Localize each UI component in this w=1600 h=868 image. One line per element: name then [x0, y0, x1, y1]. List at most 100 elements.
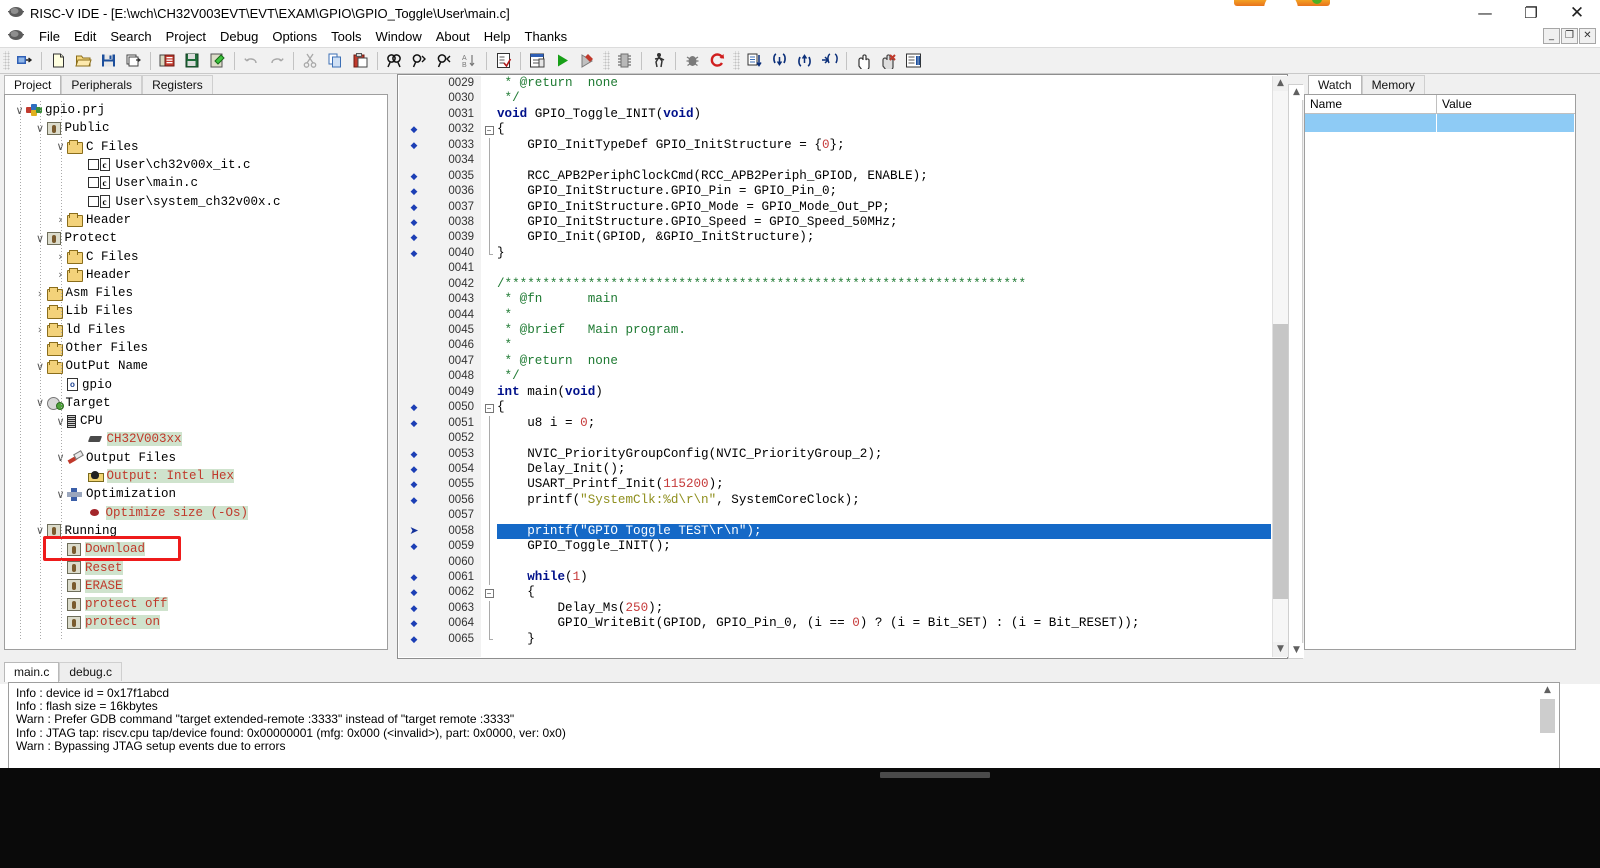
tree-item-ch32v003xx[interactable]: CH32V003xx	[13, 430, 387, 448]
menu-item-search[interactable]: Search	[103, 28, 158, 45]
breakpoint-slot[interactable]	[399, 338, 429, 353]
tree-item-protect[interactable]: Protect	[13, 229, 387, 247]
tree-item-running[interactable]: Running	[13, 522, 387, 540]
editor-code-line[interactable]: int main(void)	[497, 385, 1271, 400]
tree-item-asm-files[interactable]: Asm Files	[13, 284, 387, 302]
step-run-icon[interactable]	[646, 49, 671, 72]
tree-item-c-files[interactable]: C Files	[13, 247, 387, 265]
editor-scroll-up-arrow[interactable]: ▲	[1273, 76, 1288, 91]
editor-code-line[interactable]: while(1)	[497, 570, 1271, 585]
breakpoint-dot-icon[interactable]: ◆	[399, 447, 429, 462]
new-workspace-icon[interactable]	[12, 49, 37, 72]
breakpoint-dot-icon[interactable]: ◆	[399, 477, 429, 492]
editor-code-line[interactable]	[497, 261, 1271, 276]
editor-code-line[interactable]: * @return none	[497, 76, 1271, 91]
editor-code-line[interactable]: GPIO_Toggle_INIT();	[497, 539, 1271, 554]
registers-icon[interactable]	[901, 49, 926, 72]
tree-item-user-system-ch32v00x-c[interactable]: cUser\system_ch32v00x.c	[13, 192, 387, 210]
editor-code-line[interactable]	[497, 431, 1271, 446]
menu-item-tools[interactable]: Tools	[324, 28, 368, 45]
mdi-minimize-button[interactable]: _	[1543, 28, 1560, 44]
breakpoint-dot-icon[interactable]: ◆	[399, 462, 429, 477]
editor-code-line[interactable]: {	[497, 400, 1271, 415]
toolbar-grip-3[interactable]	[733, 51, 740, 70]
right-panel-scroll-down-arrow[interactable]: ▼	[1289, 643, 1304, 658]
menu-item-about[interactable]: About	[429, 28, 477, 45]
tree-item-optimization[interactable]: Optimization	[13, 485, 387, 503]
watch-row-value-cell[interactable]	[1437, 114, 1575, 132]
fold-collapse-icon[interactable]: −	[481, 400, 497, 415]
menu-item-options[interactable]: Options	[265, 28, 324, 45]
tab-memory[interactable]: Memory	[1362, 75, 1425, 94]
editor-code-line[interactable]: GPIO_InitStructure.GPIO_Speed = GPIO_Spe…	[497, 215, 1271, 230]
editor-code-line[interactable]: /***************************************…	[497, 277, 1271, 292]
editor-code-line[interactable]: Delay_Ms(250);	[497, 601, 1271, 616]
new-file-icon[interactable]	[46, 49, 71, 72]
editor-code-line[interactable]: GPIO_InitTypeDef GPIO_InitStructure = {0…	[497, 138, 1271, 153]
save-all-icon[interactable]	[121, 49, 146, 72]
tab-project[interactable]: Project	[4, 75, 61, 95]
project-tree-panel[interactable]: gpio.prjPublicC FilescUser\ch32v00x_it.c…	[4, 94, 388, 650]
editor-code-line[interactable]: GPIO_Init(GPIOD, &GPIO_InitStructure);	[497, 230, 1271, 245]
editor-code-line[interactable]	[497, 153, 1271, 168]
toolbar-grip-2[interactable]	[603, 51, 610, 70]
make-icon[interactable]	[205, 49, 230, 72]
breakpoint-slot[interactable]	[399, 385, 429, 400]
menu-item-window[interactable]: Window	[369, 28, 429, 45]
redo-icon[interactable]	[264, 49, 289, 72]
breakpoint-slot[interactable]	[399, 91, 429, 106]
breakpoint-dot-icon[interactable]: ◆	[399, 230, 429, 245]
tab-peripherals[interactable]: Peripherals	[61, 75, 142, 94]
tree-item-gpio-prj[interactable]: gpio.prj	[13, 101, 387, 119]
project-options-icon[interactable]	[525, 49, 550, 72]
breakpoint-dot-icon[interactable]: ◆	[399, 632, 429, 647]
editor-code-line[interactable]: }	[497, 246, 1271, 261]
breakpoint-slot[interactable]	[399, 292, 429, 307]
tree-item-user-main-c[interactable]: cUser\main.c	[13, 174, 387, 192]
cut-icon[interactable]	[298, 49, 323, 72]
breakpoint-slot[interactable]	[399, 369, 429, 384]
editor-code-line[interactable]: Delay_Init();	[497, 462, 1271, 477]
breakpoint-slot[interactable]	[399, 431, 429, 446]
tree-item-cpu[interactable]: CPU	[13, 412, 387, 430]
tree-item-gpio[interactable]: ogpio	[13, 375, 387, 393]
breakpoint-slot[interactable]	[399, 261, 429, 276]
breakpoint-dot-icon[interactable]: ◆	[399, 416, 429, 431]
file-tab-debug-c[interactable]: debug.c	[59, 662, 122, 681]
current-line-arrow-icon[interactable]: ➤	[399, 524, 429, 539]
undo-icon[interactable]	[239, 49, 264, 72]
fold-collapse-icon[interactable]: −	[481, 122, 497, 137]
code-editor[interactable]: ◆◆◆◆◆◆◆◆◆◆◆◆◆◆➤◆◆◆◆◆◆ 002900300031003200…	[397, 74, 1288, 659]
breakpoint-dot-icon[interactable]: ◆	[399, 122, 429, 137]
window-minimize-button[interactable]: —	[1462, 0, 1508, 26]
tree-item-optimize-size-os[interactable]: Optimize size (-Os)	[13, 504, 387, 522]
editor-code-line[interactable]: USART_Printf_Init(115200);	[497, 477, 1271, 492]
watch-row-name-cell[interactable]	[1305, 114, 1437, 132]
breakpoint-dot-icon[interactable]: ◆	[399, 585, 429, 600]
mdi-close-button[interactable]: ✕	[1579, 28, 1596, 44]
breakpoint-slot[interactable]	[399, 323, 429, 338]
editor-code-line[interactable]: {	[497, 122, 1271, 137]
rebuild-all-icon[interactable]	[180, 49, 205, 72]
menu-item-edit[interactable]: Edit	[67, 28, 103, 45]
editor-code-line[interactable]: * @brief Main program.	[497, 323, 1271, 338]
tab-watch[interactable]: Watch	[1308, 75, 1362, 95]
save-file-icon[interactable]	[96, 49, 121, 72]
editor-code-line[interactable]: NVIC_PriorityGroupConfig(NVIC_PriorityGr…	[497, 447, 1271, 462]
editor-fold-gutter[interactable]: −−−	[481, 76, 497, 657]
breakpoint-dot-icon[interactable]: ◆	[399, 215, 429, 230]
breakpoint-dot-icon[interactable]: ◆	[399, 601, 429, 616]
menu-item-file[interactable]: File	[32, 28, 67, 45]
file-tab-main-c[interactable]: main.c	[4, 662, 59, 682]
tree-item-output-intel-hex[interactable]: Output: Intel Hex	[13, 467, 387, 485]
tree-item-protect-off[interactable]: protect off	[13, 595, 387, 613]
breakpoint-slot[interactable]	[399, 153, 429, 168]
editor-code-line[interactable]: void GPIO_Toggle_INIT(void)	[497, 107, 1271, 122]
mdi-restore-button[interactable]: ❐	[1561, 28, 1578, 44]
tree-item-header[interactable]: Header	[13, 211, 387, 229]
output-scroll-up-arrow[interactable]: ▲	[1540, 683, 1555, 698]
breakpoint-dot-icon[interactable]: ◆	[399, 493, 429, 508]
editor-code-line[interactable]: u8 i = 0;	[497, 416, 1271, 431]
tree-item-lib-files[interactable]: Lib Files	[13, 302, 387, 320]
tree-item-erase[interactable]: ERASE	[13, 577, 387, 595]
